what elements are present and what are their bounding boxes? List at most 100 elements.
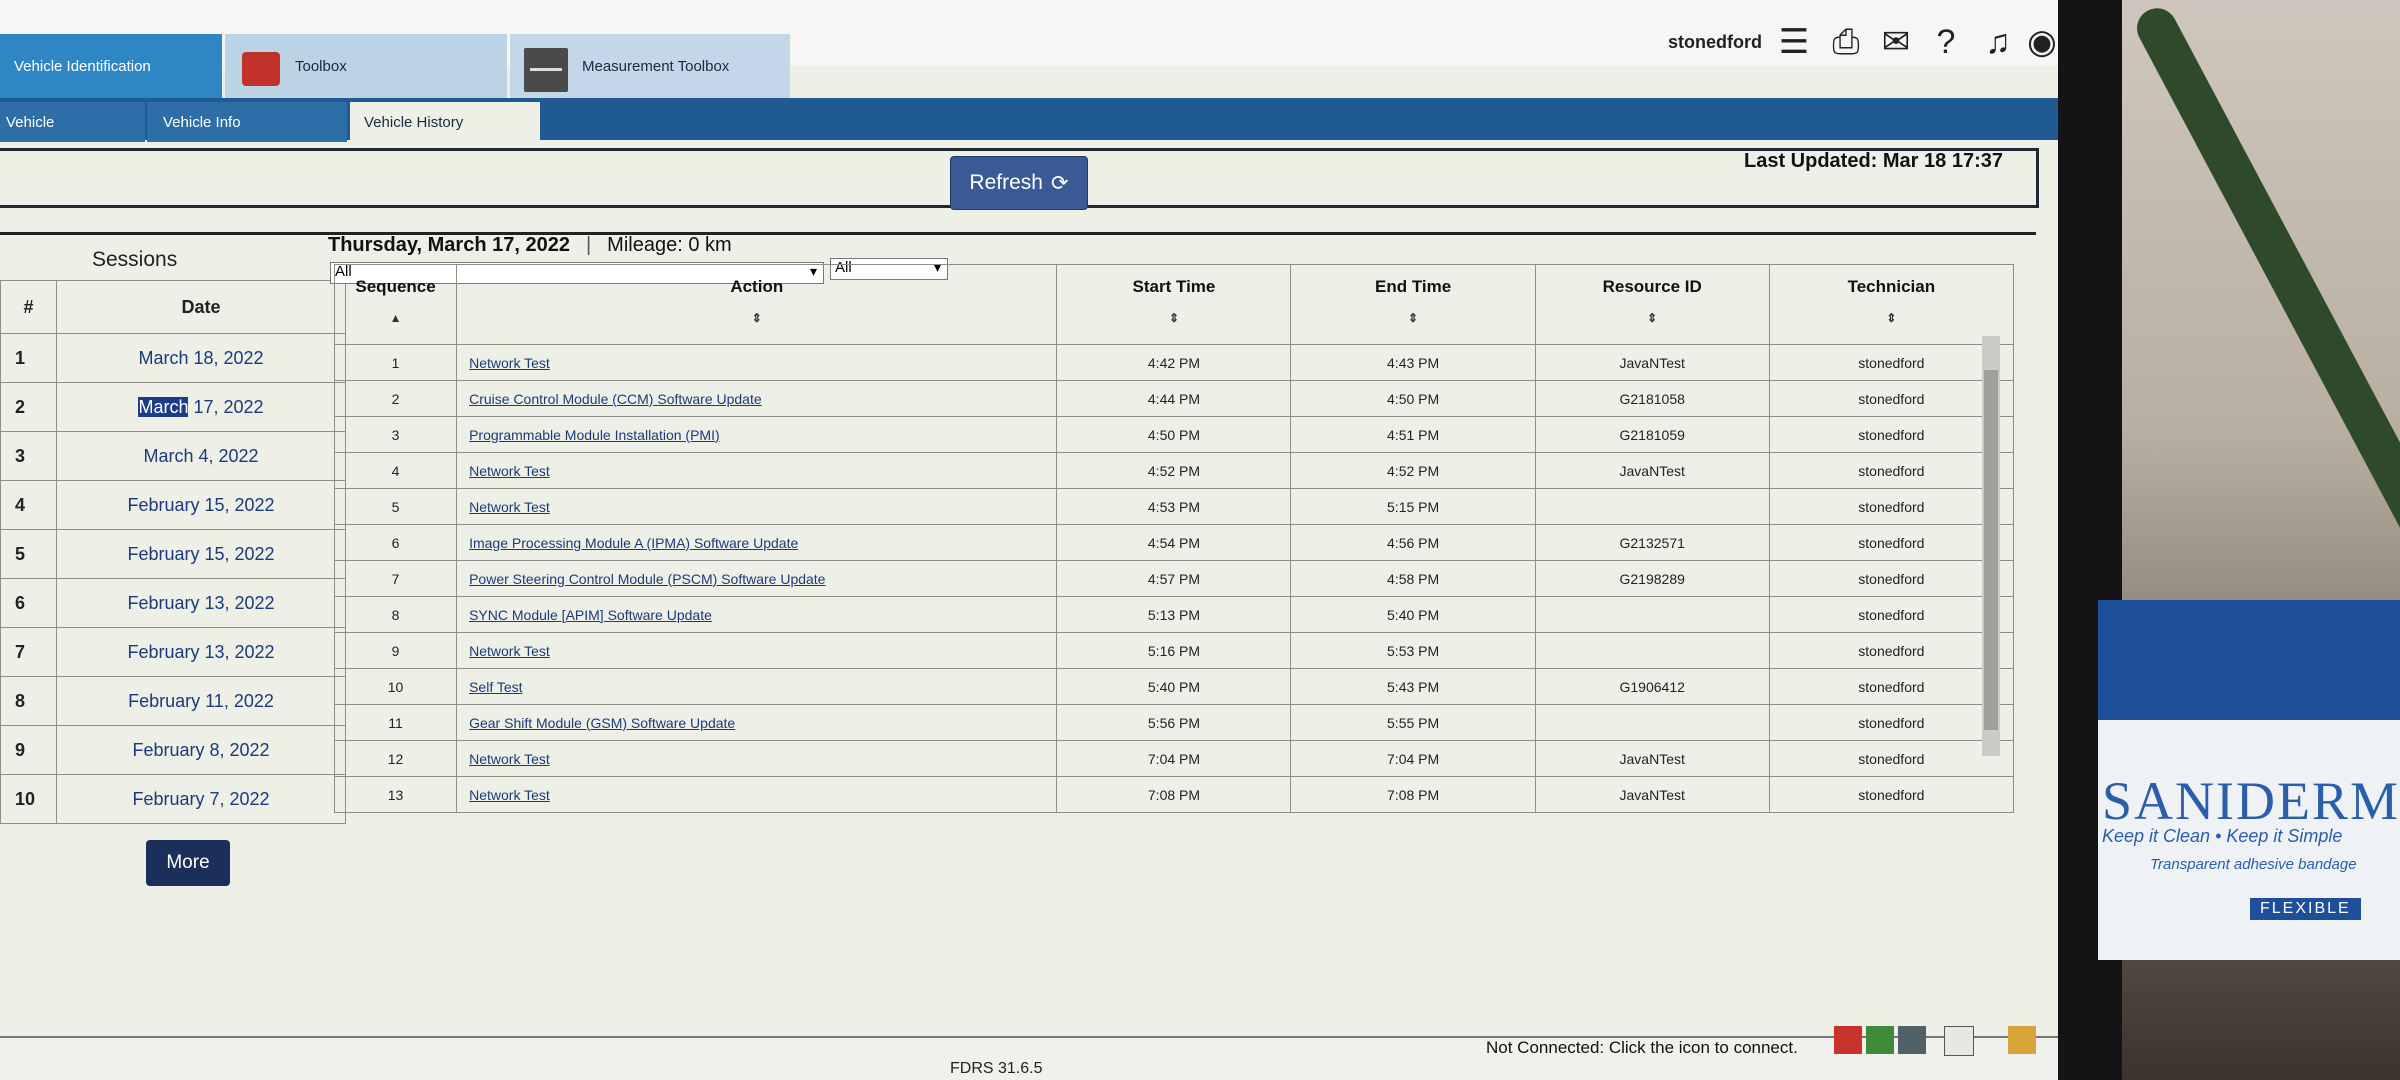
history-grid: Sequence ▲ Action ⇕ Start Time ⇕ End Time ⇕ … bbox=[333, 264, 2015, 813]
cell-start: 7:08 PM bbox=[1056, 776, 1292, 813]
table-row[interactable]: 9 Network Test 5:16 PM 5:53 PM stonedford bbox=[333, 632, 2015, 669]
cell-action-link[interactable]: Network Test bbox=[456, 344, 1058, 381]
header-start-time[interactable]: Start Time ⇕ bbox=[1056, 264, 1292, 345]
cell-end: 4:56 PM bbox=[1290, 524, 1536, 561]
sort-icon: ⇕ bbox=[1168, 311, 1179, 325]
more-button[interactable]: More bbox=[146, 840, 230, 886]
table-row[interactable]: 13 Network Test 7:08 PM 7:08 PM JavaNTest sto… bbox=[333, 776, 2015, 813]
cell-end: 5:55 PM bbox=[1290, 704, 1536, 741]
day-separator: | bbox=[585, 234, 592, 256]
device-icon[interactable] bbox=[1898, 1026, 1926, 1054]
session-date-selected[interactable]: March 17, 2022 bbox=[56, 382, 346, 432]
cell-action-link[interactable]: Image Processing Module A (IPMA) Softwar… bbox=[456, 524, 1058, 561]
table-row[interactable]: 12 Network Test 7:04 PM 7:04 PM JavaNTest sto… bbox=[333, 740, 2015, 777]
session-date[interactable]: February 11, 2022 bbox=[56, 676, 346, 726]
session-date[interactable]: February 13, 2022 bbox=[56, 578, 346, 628]
session-date[interactable]: March 18, 2022 bbox=[56, 333, 346, 383]
session-row[interactable]: 2 March 17, 2022 bbox=[0, 382, 346, 432]
refresh-label: Refresh bbox=[969, 171, 1043, 194]
cell-start: 4:42 PM bbox=[1056, 344, 1292, 381]
cell-start: 4:52 PM bbox=[1056, 452, 1292, 489]
subtab-vehicle-history[interactable]: Vehicle History bbox=[350, 102, 540, 142]
printer-icon[interactable]: ⎙ bbox=[1826, 20, 1866, 64]
header-sequence[interactable]: Sequence ▲ bbox=[333, 264, 458, 345]
session-num: 1 bbox=[0, 333, 57, 383]
cell-action-link[interactable]: Self Test bbox=[456, 668, 1058, 705]
session-row[interactable]: 4 February 15, 2022 bbox=[0, 480, 346, 530]
header-label: Sequence bbox=[355, 277, 436, 296]
session-date[interactable]: February 8, 2022 bbox=[56, 725, 346, 775]
cell-action-link[interactable]: Network Test bbox=[456, 452, 1058, 489]
table-row[interactable]: 2 Cruise Control Module (CCM) Software Up… bbox=[333, 380, 2015, 417]
cell-action-link[interactable]: Network Test bbox=[456, 488, 1058, 525]
dash-icon[interactable] bbox=[1944, 1026, 1974, 1056]
help-icon[interactable]: ? bbox=[1926, 20, 1966, 64]
subtab-vehicle[interactable]: Vehicle bbox=[0, 102, 145, 142]
session-date[interactable]: February 15, 2022 bbox=[56, 529, 346, 579]
header-end-time[interactable]: End Time ⇕ bbox=[1290, 264, 1536, 345]
table-row[interactable]: 8 SYNC Module [APIM] Software Update 5:13 … bbox=[333, 596, 2015, 633]
cell-action-link[interactable]: Programmable Module Installation (PMI) bbox=[456, 416, 1058, 453]
cell-technician: stonedford bbox=[1768, 632, 2015, 669]
mail-icon[interactable]: ✉ bbox=[1876, 20, 1916, 64]
cell-action-link[interactable]: SYNC Module [APIM] Software Update bbox=[456, 596, 1058, 633]
session-date[interactable]: February 13, 2022 bbox=[56, 627, 346, 677]
table-row[interactable]: 1 Network Test 4:42 PM 4:43 PM JavaNTest ston… bbox=[333, 344, 2015, 381]
cell-start: 4:50 PM bbox=[1056, 416, 1292, 453]
session-row[interactable]: 9 February 8, 2022 bbox=[0, 725, 346, 775]
session-row[interactable]: 10 February 7, 2022 bbox=[0, 774, 346, 824]
session-date[interactable]: February 15, 2022 bbox=[56, 480, 346, 530]
oscilloscope-icon bbox=[524, 48, 568, 92]
cell-start: 4:57 PM bbox=[1056, 560, 1292, 597]
session-row[interactable]: 7 February 13, 2022 bbox=[0, 627, 346, 677]
table-row[interactable]: 11 Gear Shift Module (GSM) Software Updat… bbox=[333, 704, 2015, 741]
session-date-rest: 17, 2022 bbox=[188, 396, 264, 417]
table-row[interactable]: 10 Self Test 5:40 PM 5:43 PM G1906412 stonedf… bbox=[333, 668, 2015, 705]
table-row[interactable]: 6 Image Processing Module A (IPMA) Softwa… bbox=[333, 524, 2015, 561]
refresh-button[interactable]: Refresh ⟳ bbox=[950, 156, 1088, 210]
cell-end: 7:04 PM bbox=[1290, 740, 1536, 777]
cell-action-link[interactable]: Gear Shift Module (GSM) Software Update bbox=[456, 704, 1058, 741]
session-row[interactable]: 1 March 18, 2022 bbox=[0, 333, 346, 383]
table-row[interactable]: 3 Programmable Module Installation (PMI) 4… bbox=[333, 416, 2015, 453]
session-date[interactable]: February 7, 2022 bbox=[56, 774, 346, 824]
cell-sequence: 1 bbox=[333, 344, 458, 381]
session-row[interactable]: 8 February 11, 2022 bbox=[0, 676, 346, 726]
tab-vehicle-identification[interactable]: Vehicle Identification bbox=[0, 34, 222, 98]
subtab-vehicle-info[interactable]: Vehicle Info bbox=[147, 102, 347, 142]
header-technician[interactable]: Technician ⇕ bbox=[1768, 264, 2015, 345]
cell-end: 4:58 PM bbox=[1290, 560, 1536, 597]
sort-ascending-icon: ▲ bbox=[389, 311, 402, 325]
grid-scrollbar-thumb[interactable] bbox=[1984, 370, 1998, 730]
cell-sequence: 3 bbox=[333, 416, 458, 453]
menu-icon[interactable]: ☰ bbox=[1774, 20, 1814, 64]
session-row[interactable]: 6 February 13, 2022 bbox=[0, 578, 346, 628]
header-resource-id[interactable]: Resource ID ⇕ bbox=[1534, 264, 1770, 345]
cell-action-link[interactable]: Network Test bbox=[456, 776, 1058, 813]
tab-label: Vehicle Identification bbox=[14, 57, 151, 75]
cell-action-link[interactable]: Power Steering Control Module (PSCM) Sof… bbox=[456, 560, 1058, 597]
cell-action-link[interactable]: Network Test bbox=[456, 740, 1058, 777]
cell-resource: JavaNTest bbox=[1534, 776, 1770, 813]
cell-sequence: 13 bbox=[333, 776, 458, 813]
cell-action-link[interactable]: Cruise Control Module (CCM) Software Upd… bbox=[456, 380, 1058, 417]
cell-sequence: 4 bbox=[333, 452, 458, 489]
signal-bars-icon[interactable] bbox=[1866, 1026, 1894, 1054]
cell-end: 4:50 PM bbox=[1290, 380, 1536, 417]
wireless-icon[interactable]: ◉ bbox=[2022, 20, 2058, 64]
table-row[interactable]: 7 Power Steering Control Module (PSCM) So… bbox=[333, 560, 2015, 597]
table-row[interactable]: 4 Network Test 4:52 PM 4:52 PM JavaNTest ston… bbox=[333, 452, 2015, 489]
day-header: Thursday, March 17, 2022 | Mileage: 0 km bbox=[328, 234, 732, 257]
session-row[interactable]: 5 February 15, 2022 bbox=[0, 529, 346, 579]
connect-icon[interactable] bbox=[1834, 1026, 1862, 1054]
session-num: 3 bbox=[0, 431, 57, 481]
header-action[interactable]: Action ⇕ bbox=[456, 264, 1058, 345]
lock-icon[interactable] bbox=[2008, 1026, 2036, 1054]
selected-text: March bbox=[138, 396, 189, 417]
session-row[interactable]: 3 March 4, 2022 bbox=[0, 431, 346, 481]
session-date[interactable]: March 4, 2022 bbox=[56, 431, 346, 481]
bell-icon[interactable]: ♫ bbox=[1978, 20, 2018, 64]
table-row[interactable]: 5 Network Test 4:53 PM 5:15 PM stonedford bbox=[333, 488, 2015, 525]
cell-action-link[interactable]: Network Test bbox=[456, 632, 1058, 669]
header-label: End Time bbox=[1374, 277, 1452, 296]
